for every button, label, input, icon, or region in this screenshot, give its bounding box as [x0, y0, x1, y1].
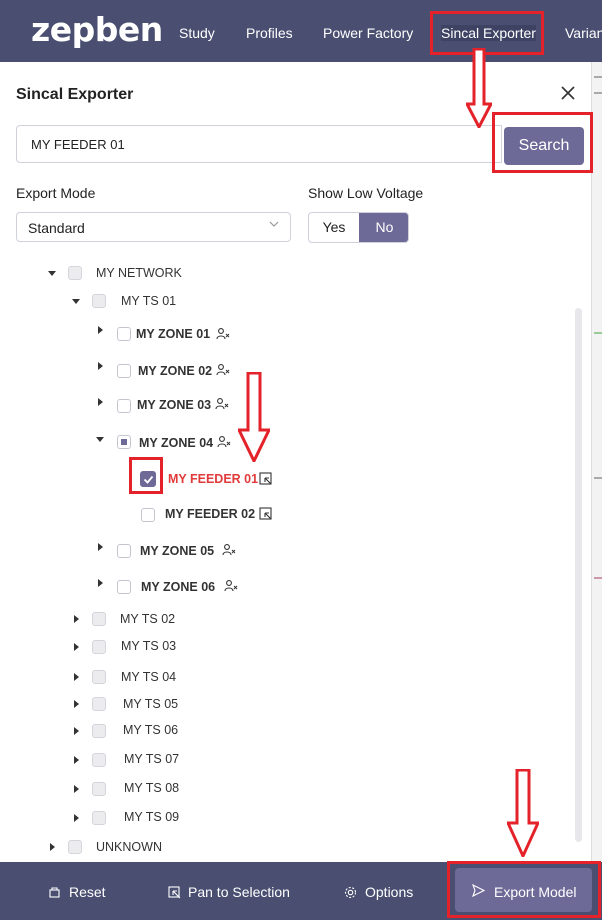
people-group-icon[interactable] — [216, 327, 230, 341]
low-voltage-label: Show Low Voltage — [308, 185, 424, 201]
search-input[interactable] — [29, 136, 493, 153]
chevron-down-icon — [269, 221, 279, 227]
tree-checkbox[interactable] — [92, 670, 106, 684]
low-voltage-toggle: Yes No — [308, 212, 409, 243]
expand-caret[interactable] — [98, 579, 103, 587]
tree-checkbox[interactable] — [92, 294, 106, 308]
people-group-icon[interactable] — [222, 543, 236, 557]
tree-node-ts[interactable]: MY TS 09 — [124, 810, 179, 824]
tree-node-zone[interactable]: MY ZONE 04 — [139, 436, 213, 450]
annotation-box-search — [492, 112, 593, 173]
gear-icon — [344, 886, 357, 899]
tree-checkbox[interactable] — [117, 544, 131, 558]
nav-profiles[interactable]: Profiles — [246, 25, 293, 41]
tree-checkbox[interactable] — [68, 266, 82, 280]
options-label: Options — [365, 884, 414, 900]
annotation-box-checkbox — [129, 457, 163, 494]
expand-caret[interactable] — [74, 727, 79, 735]
tree-node-unknown[interactable]: UNKNOWN — [96, 840, 162, 854]
low-voltage-yes-button[interactable]: Yes — [309, 213, 359, 242]
tree-checkbox[interactable] — [92, 640, 106, 654]
expand-caret[interactable] — [98, 543, 103, 551]
expand-caret[interactable] — [74, 643, 79, 651]
tree-node-ts[interactable]: MY TS 04 — [121, 670, 176, 684]
tree-checkbox[interactable] — [92, 724, 106, 738]
people-group-icon[interactable] — [224, 579, 238, 593]
annotation-arrow-down — [466, 48, 492, 128]
tree-node-zone[interactable]: MY ZONE 01 — [136, 327, 210, 341]
expand-caret[interactable] — [74, 700, 79, 708]
options-button[interactable]: Options — [344, 884, 413, 900]
logo: zepben — [31, 10, 163, 49]
tree-node-my-network[interactable]: MY NETWORK — [96, 266, 182, 280]
pan-to-selection-button[interactable]: Pan to Selection — [168, 884, 290, 900]
people-group-icon[interactable] — [216, 363, 230, 377]
tree-node-ts[interactable]: MY TS 03 — [121, 639, 176, 653]
nav-variants[interactable]: Varian — [565, 25, 602, 41]
tree-checkbox[interactable] — [68, 840, 82, 854]
export-mode-label: Export Mode — [16, 185, 96, 201]
expand-caret[interactable] — [74, 814, 79, 822]
tree-scrollbar[interactable] — [575, 308, 582, 842]
low-voltage-no-button[interactable]: No — [359, 213, 408, 242]
expand-caret[interactable] — [50, 843, 55, 851]
people-group-icon[interactable] — [215, 397, 229, 411]
expand-caret[interactable] — [98, 326, 103, 334]
expand-caret[interactable] — [98, 398, 103, 406]
tree-node-my-ts-01[interactable]: MY TS 01 — [121, 294, 176, 308]
tree-checkbox[interactable] — [92, 811, 106, 825]
tree-node-ts[interactable]: MY TS 08 — [124, 781, 179, 795]
tree-node-ts[interactable]: MY TS 02 — [120, 612, 175, 626]
tree-checkbox[interactable] — [92, 753, 106, 767]
tree-node-ts[interactable]: MY TS 05 — [123, 697, 178, 711]
tree-checkbox[interactable] — [117, 364, 131, 378]
annotation-arrow-down — [238, 372, 270, 462]
people-group-icon[interactable] — [217, 435, 231, 449]
tree-node-ts[interactable]: MY TS 06 — [123, 723, 178, 737]
pan-to-selection-icon[interactable] — [259, 472, 273, 486]
export-mode-select[interactable]: Standard — [16, 212, 291, 242]
tree-checkbox[interactable] — [117, 435, 131, 449]
pan-to-selection-icon[interactable] — [259, 507, 273, 521]
tree-checkbox[interactable] — [141, 508, 155, 522]
reset-button[interactable]: Reset — [48, 884, 106, 900]
pan-to-selection-icon — [168, 886, 181, 899]
expand-caret[interactable] — [74, 785, 79, 793]
panel-title: Sincal Exporter — [16, 86, 134, 103]
tree-checkbox[interactable] — [92, 782, 106, 796]
map-edge-strip — [591, 62, 602, 862]
tree-node-zone[interactable]: MY ZONE 05 — [140, 544, 214, 558]
export-mode-value: Standard — [28, 220, 85, 236]
tree-checkbox[interactable] — [117, 399, 131, 413]
tree-checkbox[interactable] — [117, 327, 131, 341]
annotation-arrow-down — [507, 769, 539, 857]
expand-caret[interactable] — [72, 299, 80, 304]
tree-node-ts[interactable]: MY TS 07 — [124, 752, 179, 766]
tree-node-feeder-selected[interactable]: MY FEEDER 01 — [168, 472, 258, 486]
tree-node-feeder[interactable]: MY FEEDER 02 — [165, 507, 255, 521]
expand-caret[interactable] — [74, 673, 79, 681]
expand-caret[interactable] — [74, 615, 79, 623]
eraser-icon — [49, 887, 60, 898]
tree-checkbox[interactable] — [92, 612, 106, 626]
expand-caret[interactable] — [96, 437, 104, 442]
expand-caret[interactable] — [74, 756, 79, 764]
pan-to-selection-label: Pan to Selection — [188, 884, 290, 900]
close-icon[interactable] — [558, 82, 578, 104]
tree-checkbox[interactable] — [92, 697, 106, 711]
expand-caret[interactable] — [98, 362, 103, 370]
reset-label: Reset — [69, 884, 106, 900]
tree-node-zone[interactable]: MY ZONE 02 — [138, 364, 212, 378]
tree-node-zone[interactable]: MY ZONE 06 — [141, 580, 215, 594]
nav-power-factory[interactable]: Power Factory — [323, 25, 413, 41]
tree-checkbox[interactable] — [117, 580, 131, 594]
tree-node-zone[interactable]: MY ZONE 03 — [137, 398, 211, 412]
annotation-box-export — [447, 861, 601, 918]
search-field[interactable] — [16, 125, 502, 163]
expand-caret[interactable] — [48, 271, 56, 276]
nav-study[interactable]: Study — [179, 25, 215, 41]
